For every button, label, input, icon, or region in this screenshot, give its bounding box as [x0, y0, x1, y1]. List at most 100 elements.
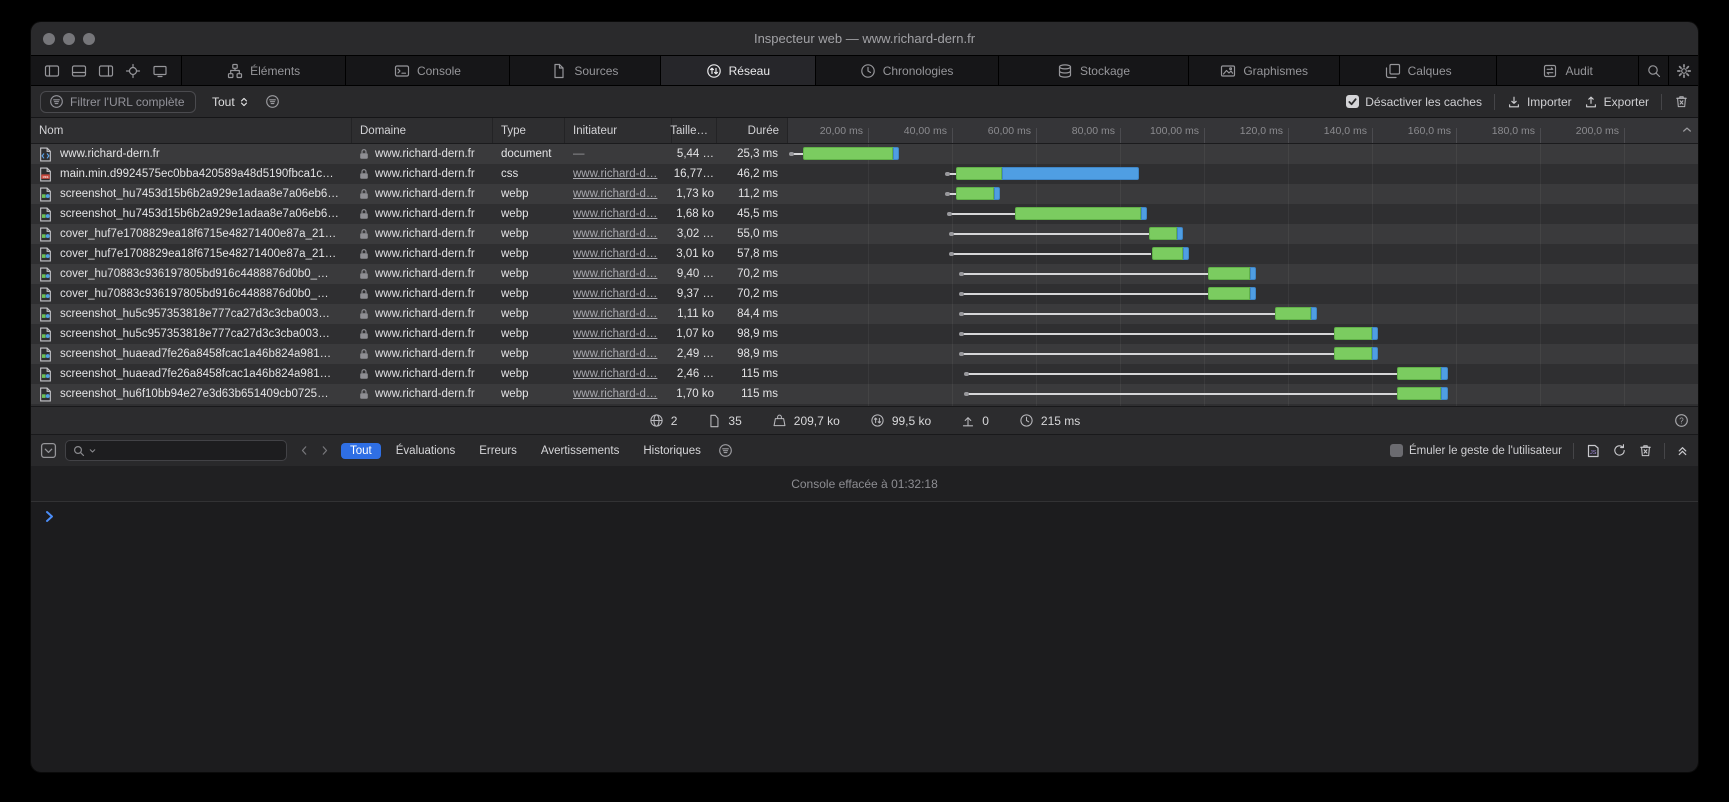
ruler-tick — [1204, 128, 1205, 143]
dock-side-right-icon[interactable] — [98, 63, 114, 79]
console-scope-avertissements[interactable]: Avertissements — [532, 443, 628, 459]
ruler-tick — [868, 128, 869, 143]
zoom-window-button[interactable] — [83, 33, 95, 45]
network-request-row[interactable]: screenshot_hu5c957353818e777ca27d3c3cba0… — [31, 324, 1698, 344]
column-header-type[interactable]: Type — [493, 118, 565, 143]
console-cleared-message: Console effacée à 01:32:18 — [791, 477, 938, 491]
ruler-tick — [1624, 128, 1625, 143]
console-search-field[interactable] — [65, 440, 287, 461]
emulate-user-gesture-checkbox[interactable]: Émuler le geste de l'utilisateur — [1390, 444, 1562, 457]
tab-reseau[interactable]: Réseau — [661, 56, 815, 85]
weight-icon — [772, 413, 787, 428]
request-type: webp — [493, 328, 565, 340]
reload-icon[interactable] — [1612, 443, 1627, 458]
tab-stockage[interactable]: Stockage — [999, 56, 1190, 85]
help-icon[interactable]: ? — [1674, 413, 1689, 428]
network-request-row[interactable]: screenshot_hu6f10bb94e27e3d63b651409cb07… — [31, 384, 1698, 404]
column-header-duration[interactable]: Durée — [717, 118, 788, 143]
console-scope-evaluations[interactable]: Évaluations — [387, 443, 464, 459]
initiator-link[interactable]: www.richard-d… — [573, 248, 657, 260]
network-request-row[interactable]: cover_huf7e1708829ea18f6715e48271400e87a… — [31, 224, 1698, 244]
network-request-row[interactable]: cover_huf7e1708829ea18f6715e48271400e87a… — [31, 244, 1698, 264]
tab-audit[interactable]: Audit — [1497, 56, 1639, 85]
tab-chronologies[interactable]: Chronologies — [816, 56, 999, 85]
resource-type-select[interactable]: Tout — [212, 95, 249, 109]
dock-side-left-icon[interactable] — [44, 63, 60, 79]
clear-network-items-icon[interactable] — [1674, 94, 1689, 109]
network-request-row[interactable]: www.richard-dern.frwww.richard-dern.frdo… — [31, 144, 1698, 164]
element-picker-icon[interactable] — [125, 63, 141, 79]
network-request-row[interactable]: cssmain.min.d9924575ec0bba420589a48d5190… — [31, 164, 1698, 184]
request-size: 9,37 … — [672, 288, 717, 300]
import-button[interactable]: Importer — [1507, 95, 1572, 109]
console-scope-historiques[interactable]: Historiques — [634, 443, 710, 459]
initiator-link[interactable]: www.richard-d… — [573, 268, 657, 280]
waterfall-bar-green — [1334, 327, 1372, 340]
waterfall-start-cap — [959, 292, 964, 296]
initiator-link[interactable]: www.richard-d… — [573, 168, 657, 180]
initiator-link[interactable]: www.richard-d… — [573, 368, 657, 380]
tab-elements[interactable]: Éléments — [182, 56, 346, 85]
file-type-icon — [39, 227, 52, 242]
initiator-link[interactable]: www.richard-d… — [573, 308, 657, 320]
expand-console-icon[interactable] — [1676, 444, 1689, 457]
url-filter-placeholder: Filtrer l'URL complète — [70, 95, 185, 109]
tab-console[interactable]: Console — [346, 56, 509, 85]
column-header-initiator[interactable]: Initiateur — [565, 118, 672, 143]
minimize-window-button[interactable] — [63, 33, 75, 45]
lock-icon — [359, 248, 369, 260]
export-button[interactable]: Exporter — [1584, 95, 1649, 109]
waterfall-wait-line — [948, 213, 1015, 215]
settings-tab[interactable] — [1669, 56, 1698, 85]
network-request-row[interactable]: cover_hu70883c936197805bd916c4488876d0b0… — [31, 264, 1698, 284]
device-settings-icon[interactable] — [152, 63, 168, 79]
dock-bottom-icon[interactable] — [71, 63, 87, 79]
network-request-row[interactable]: screenshot_huaead7fe26a8458fcac1a46b824a… — [31, 364, 1698, 384]
tab-label: Éléments — [250, 64, 300, 78]
previous-result-button[interactable] — [295, 442, 313, 460]
network-request-row[interactable]: screenshot_hu5c957353818e777ca27d3c3cba0… — [31, 304, 1698, 324]
console-scope-erreurs[interactable]: Erreurs — [470, 443, 526, 459]
disable-caches-checkbox[interactable]: Désactiver les caches — [1346, 95, 1482, 109]
waterfall-wait-line — [950, 233, 1150, 235]
waterfall-start-cap — [947, 212, 952, 216]
initiator-link[interactable]: www.richard-d… — [573, 388, 657, 400]
request-name: screenshot_hu7453d15b6b2a929e1adaa8e7a06… — [60, 188, 339, 200]
initiator-link[interactable]: www.richard-d… — [573, 348, 657, 360]
network-request-row[interactable]: screenshot_hu7453d15b6b2a929e1adaa8e7a06… — [31, 184, 1698, 204]
initiator-link[interactable]: www.richard-d… — [573, 328, 657, 340]
waterfall-start-cap — [964, 392, 969, 396]
search-tab[interactable] — [1639, 56, 1669, 85]
network-request-row[interactable]: cover_hu70883c936197805bd916c4488876d0b0… — [31, 284, 1698, 304]
scroll-up-icon[interactable] — [1681, 124, 1693, 136]
close-window-button[interactable] — [43, 33, 55, 45]
other-filters-icon[interactable] — [265, 94, 280, 109]
request-type: webp — [493, 388, 565, 400]
tab-graphismes[interactable]: Graphismes — [1189, 56, 1340, 85]
divider — [1661, 94, 1662, 110]
initiator-link[interactable]: www.richard-d… — [573, 188, 657, 200]
request-duration: 70,2 ms — [717, 288, 788, 300]
console-scope-tout[interactable]: Tout — [341, 443, 381, 459]
tab-sources[interactable]: Sources — [510, 56, 662, 85]
network-request-row[interactable]: screenshot_huaead7fe26a8458fcac1a46b824a… — [31, 344, 1698, 364]
column-header-name[interactable]: Nom — [31, 118, 352, 143]
waterfall-bar-green — [1208, 287, 1250, 300]
console-collapse-icon[interactable] — [40, 442, 57, 459]
console-filter-icon[interactable] — [718, 443, 733, 458]
url-filter-input[interactable]: Filtrer l'URL complète — [40, 91, 196, 113]
waterfall-bar-green — [1149, 227, 1176, 240]
next-result-button[interactable] — [315, 442, 333, 460]
request-domain: www.richard-dern.fr — [375, 268, 475, 280]
request-domain: www.richard-dern.fr — [375, 168, 475, 180]
initiator-link[interactable]: www.richard-d… — [573, 228, 657, 240]
initiator-link[interactable]: www.richard-d… — [573, 208, 657, 220]
javascript-context-icon[interactable]: JS — [1585, 443, 1601, 459]
network-request-row[interactable]: screenshot_hu7453d15b6b2a929e1adaa8e7a06… — [31, 204, 1698, 224]
column-header-domain[interactable]: Domaine — [352, 118, 493, 143]
initiator-link[interactable]: www.richard-d… — [573, 288, 657, 300]
tab-calques[interactable]: Calques — [1340, 56, 1497, 85]
clear-console-icon[interactable] — [1638, 443, 1653, 458]
column-header-size[interactable]: Taille… — [672, 118, 717, 143]
console-prompt[interactable] — [31, 502, 1698, 772]
